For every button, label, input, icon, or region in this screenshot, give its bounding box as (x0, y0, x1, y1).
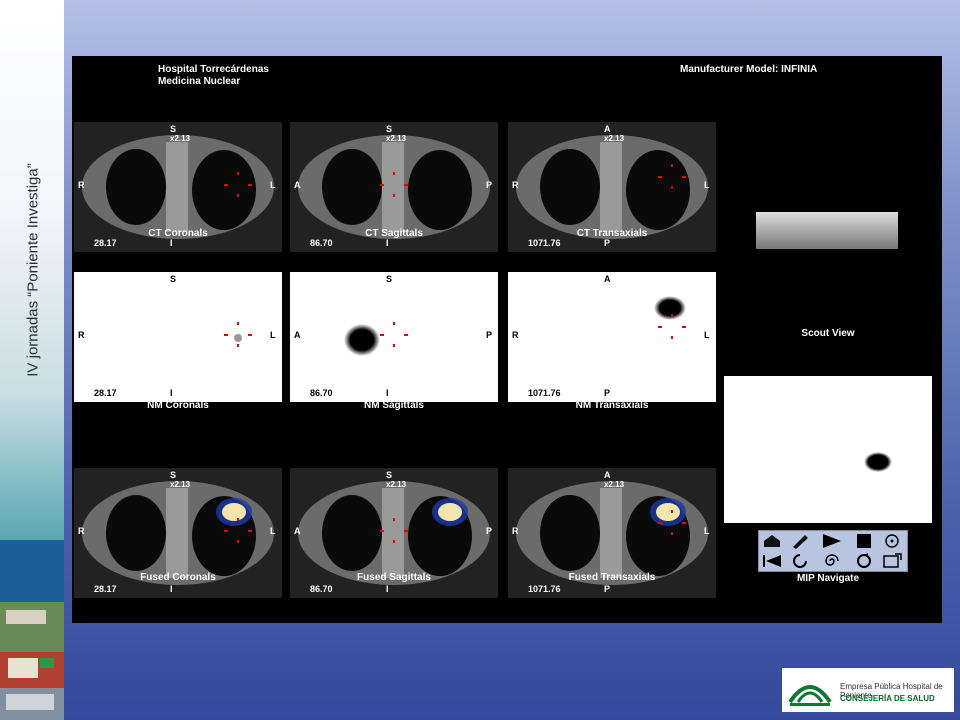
nm-coronals-image[interactable]: S R L I 28.17 (74, 272, 282, 402)
ct-transaxials-bottom-orient: P (604, 238, 611, 248)
rotate-icon[interactable] (789, 553, 811, 569)
scout-view-image[interactable] (756, 212, 898, 249)
fused-sagittals-left-orient: A (294, 526, 301, 536)
ct-sagittals-caption: CT Sagittals (365, 228, 423, 239)
home-icon[interactable] (761, 533, 783, 549)
nm-coronals-top-orient: S (170, 274, 177, 284)
fused-transaxials-slice-coord: 1071.76 (528, 584, 561, 594)
nm-transaxials-image[interactable]: A R L P 1071.76 (508, 272, 716, 402)
nm-coronals-caption: NM Coronals (147, 400, 209, 411)
fused-transaxials-top-orient: A (604, 470, 611, 480)
junta-andalucia-emblem (788, 685, 832, 706)
ct-coronals-right-orient: L (270, 180, 276, 190)
ct-coronals-caption: CT Coronals (148, 228, 208, 239)
ct-coronals-slice-coord: 28.17 (94, 238, 117, 248)
logo-ministry: CONSEJERÍA DE SALUD (840, 694, 935, 703)
scout-caption: Scout View (801, 328, 855, 339)
nm-transaxials-render (654, 296, 686, 339)
ct-sagittals-left-orient: A (294, 180, 301, 190)
ct-transaxials-left-orient: R (512, 180, 519, 190)
nm-sagittals-caption: NM Sagittals (363, 400, 424, 411)
nm-coronals-left-orient: R (78, 330, 85, 340)
spiral-icon[interactable] (821, 553, 843, 569)
skip-back-icon[interactable] (761, 553, 783, 569)
fused-sagittals-caption: Fused Sagittals (357, 572, 431, 583)
nm-transaxials-top-orient: A (604, 274, 611, 284)
sidebar: IV jornadas “Poniente Investiga” (0, 0, 64, 720)
mip-hotspot (864, 452, 892, 472)
ct-coronals-left-orient: R (78, 180, 85, 190)
manufacturer-model: Manufacturer Model: INFINIA (680, 64, 818, 75)
nm-sagittals-bottom-orient: I (386, 388, 389, 398)
export-icon[interactable] (881, 553, 903, 569)
ct-transaxials-caption: CT Transaxials (576, 228, 648, 239)
nm-viewer: Hospital Torrecárdenas Medicina Nuclear … (72, 56, 942, 623)
fused-sagittals-top-orient: S (386, 470, 393, 480)
fused-coronals-right-orient: L (270, 526, 276, 536)
ct-sagittals-right-orient: P (486, 180, 493, 190)
fused-coronals-top-orient: S (170, 470, 177, 480)
fused-transaxials-right-orient: L (704, 526, 710, 536)
nm-sagittals-left-orient: A (294, 330, 301, 340)
nm-sagittals-top-orient: S (386, 274, 393, 284)
play-icon[interactable] (821, 533, 843, 549)
department-name: Medicina Nuclear (158, 76, 241, 87)
ct-transaxials-right-orient: L (704, 180, 710, 190)
fused-coronals-left-orient: R (78, 526, 85, 536)
ct-coronals-zoom: x2.13 (170, 134, 191, 143)
ct-transaxials-top-orient: A (604, 124, 611, 134)
nm-transaxials-left-orient: R (512, 330, 519, 340)
fused-sagittals-right-orient: P (486, 526, 493, 536)
hospital-photos (0, 540, 64, 720)
nm-sagittals-render (344, 322, 408, 356)
stop-icon[interactable] (853, 533, 875, 549)
nm-coronals-render (224, 322, 252, 347)
nm-transaxials-right-orient: L (704, 330, 710, 340)
mip-caption: MIP Navigate (796, 573, 860, 584)
nm-sagittals-image[interactable]: S A P I 86.70 (290, 272, 498, 402)
sidebar-title: IV jornadas “Poniente Investiga” (24, 163, 42, 377)
ct-coronals-bottom-orient: I (170, 238, 173, 248)
nm-transaxials-slice-coord: 1071.76 (528, 388, 561, 398)
ct-coronals-top-orient: S (170, 124, 177, 134)
fused-transaxials-left-orient: R (512, 526, 519, 536)
fused-sagittals-zoom: x2.13 (386, 480, 407, 489)
fused-coronals-zoom: x2.13 (170, 480, 191, 489)
fused-sagittals-slice-coord: 86.70 (310, 584, 333, 594)
nm-coronals-right-orient: L (270, 330, 276, 340)
nm-transaxials-bottom-orient: P (604, 388, 611, 398)
target-icon[interactable] (881, 533, 903, 549)
fused-coronals-slice-coord: 28.17 (94, 584, 117, 594)
nm-coronals-bottom-orient: I (170, 388, 173, 398)
ct-sagittals-slice-coord: 86.70 (310, 238, 333, 248)
fused-transaxials-bottom-orient: P (604, 584, 611, 594)
mip-image[interactable] (724, 376, 932, 523)
ct-sagittals-top-orient: S (386, 124, 393, 134)
edit-icon[interactable] (789, 533, 811, 549)
ct-sagittals-zoom: x2.13 (386, 134, 407, 143)
ct-transaxials-slice-coord: 1071.76 (528, 238, 561, 248)
nm-coronals-slice-coord: 28.17 (94, 388, 117, 398)
fused-transaxials-zoom: x2.13 (604, 480, 625, 489)
fused-coronals-caption: Fused Coronals (140, 572, 216, 583)
nm-sagittals-slice-coord: 86.70 (310, 388, 333, 398)
fused-transaxials-caption: Fused Transaxials (568, 572, 656, 583)
ct-transaxials-zoom: x2.13 (604, 134, 625, 143)
ct-sagittals-bottom-orient: I (386, 238, 389, 248)
mip-navigate-toolbar (758, 530, 908, 572)
nm-transaxials-caption: NM Transaxials (575, 400, 649, 411)
junta-logo: Empresa Pública Hospital de Poniente CON… (782, 668, 954, 712)
cycle-icon[interactable] (853, 553, 875, 569)
fused-sagittals-bottom-orient: I (386, 584, 389, 594)
hospital-name: Hospital Torrecárdenas (158, 64, 269, 75)
fused-coronals-bottom-orient: I (170, 584, 173, 594)
nm-sagittals-right-orient: P (486, 330, 493, 340)
